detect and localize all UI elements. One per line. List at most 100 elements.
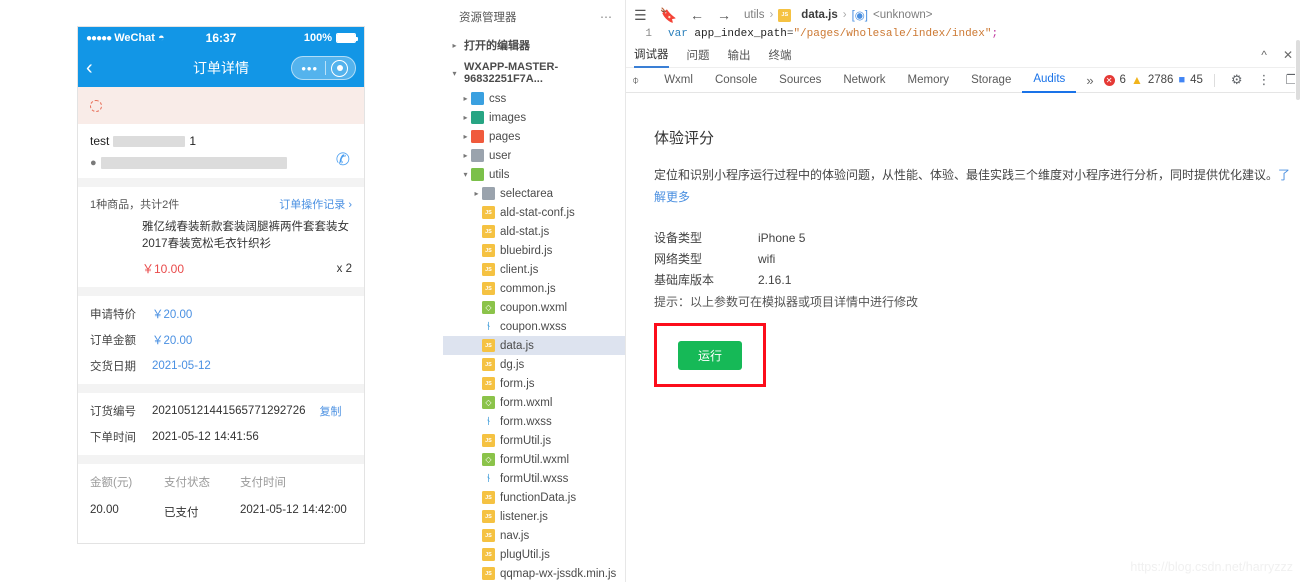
tree-file-label: coupon.wxml	[500, 301, 568, 314]
devtools-tab-storage[interactable]: Storage	[960, 68, 1022, 93]
devtools-tabbar: ⌽ Wxml Console Sources Network Memory Storage…	[626, 68, 1301, 93]
more-tabs-icon[interactable]: »	[1076, 73, 1103, 88]
devtools-zh-tab-输出[interactable]: 输出	[728, 47, 751, 63]
explorer-title: 资源管理器	[459, 12, 517, 24]
devtools-tab-console[interactable]: Console	[704, 68, 768, 93]
goods-thumbnail	[90, 219, 142, 281]
chevron-right-icon[interactable]: ▸	[460, 113, 471, 122]
chevron-right-icon[interactable]: ▸	[460, 132, 471, 141]
tree-file-row[interactable]: ald-stat.js	[443, 222, 625, 241]
code-line-1[interactable]: 1 var app_index_path = "/pages/wholesale…	[626, 26, 1301, 42]
folder-icon	[471, 111, 484, 124]
watermark: https://blog.csdn.net/harryzzz	[1130, 560, 1293, 574]
phone-icon[interactable]: ✆	[336, 150, 350, 170]
signal-dots-icon: ●●●●●	[86, 32, 112, 44]
tree-file-row[interactable]: form.wxml	[443, 393, 625, 412]
devtools-tab-audits[interactable]: Audits	[1022, 68, 1077, 93]
chevron-right-icon[interactable]: ▸	[471, 189, 482, 198]
tree-file-row[interactable]: functionData.js	[443, 488, 625, 507]
tree-folder-row[interactable]: ▾ utils	[443, 165, 625, 184]
tree-file-row[interactable]: form.wxss	[443, 412, 625, 431]
tree-folder-row[interactable]: ▸ pages	[443, 127, 625, 146]
order-operation-log-link[interactable]: 订单操作记录 ›	[279, 196, 352, 212]
tree-file-row[interactable]: data.js	[443, 336, 625, 355]
inspect-element-icon[interactable]: ⌽	[632, 73, 639, 88]
arrow-left-icon[interactable]: ←	[690, 8, 704, 22]
chevron-up-icon[interactable]: ^	[1261, 48, 1267, 62]
project-root-section[interactable]: ▾ WXAPP-MASTER-96832251F7A...	[443, 57, 625, 89]
devtools-window-buttons: ^ ✕	[1261, 48, 1293, 62]
amount-row: 申请特价 ￥20.00	[78, 296, 364, 327]
amount-label: 订单金额	[90, 335, 136, 348]
explorer-header: 资源管理器 ⋯	[443, 0, 625, 33]
tree-file-row[interactable]: client.js	[443, 260, 625, 279]
file-tree: ▸ css ▸ images ▸ pages ▸ user ▾ utils ▸ selectarea a…	[443, 89, 625, 582]
tree-file-row[interactable]: nav.js	[443, 526, 625, 545]
tree-file-row[interactable]: coupon.wxss	[443, 317, 625, 336]
audits-description-text: 定位和识别小程序运行过程中的体验问题，从性能、体验、最佳实践三个维度对小程序进行…	[654, 168, 1279, 182]
capsule-more-button[interactable]: •••	[294, 62, 325, 75]
folder-icon	[471, 92, 484, 105]
devtools-scrollbar[interactable]	[1295, 0, 1301, 582]
js-file-icon	[482, 567, 495, 580]
more-vertical-icon[interactable]: ⋮	[1253, 72, 1276, 88]
tree-folder-row[interactable]: ▸ css	[443, 89, 625, 108]
tree-file-row[interactable]: dg.js	[443, 355, 625, 374]
js-file-icon	[482, 529, 495, 542]
capsule-close-target-icon[interactable]	[331, 59, 348, 77]
tree-file-row[interactable]: ald-stat-conf.js	[443, 203, 625, 222]
breadcrumb-folder[interactable]: utils	[744, 9, 764, 21]
tree-folder-row[interactable]: ▸ user	[443, 146, 625, 165]
scrollbar-thumb[interactable]	[1296, 40, 1300, 100]
chevron-down-icon[interactable]: ▾	[460, 170, 471, 179]
tree-folder-row[interactable]: ▸ images	[443, 108, 625, 127]
tree-folder-row[interactable]: ▸ selectarea	[443, 184, 625, 203]
devtools-zh-tabbar: 调试器 问题 输出 终端 ^ ✕	[626, 42, 1301, 68]
payment-table-header: 金额(元) 支付状态 支付时间	[90, 474, 352, 490]
tree-file-row[interactable]: qqmap-wx-jssdk.min.js	[443, 564, 625, 582]
tree-file-row[interactable]: listener.js	[443, 507, 625, 526]
js-file-icon	[482, 339, 495, 352]
breadcrumb-file[interactable]: data.js	[801, 9, 837, 21]
tree-file-row[interactable]: plugUtil.js	[443, 545, 625, 564]
tree-file-label: ald-stat.js	[500, 225, 550, 238]
devtools-tab-sources[interactable]: Sources	[768, 68, 832, 93]
tree-file-label: formUtil.js	[500, 434, 552, 447]
tree-file-row[interactable]: common.js	[443, 279, 625, 298]
tree-file-row[interactable]: coupon.wxml	[443, 298, 625, 317]
tree-file-row[interactable]: formUtil.js	[443, 431, 625, 450]
tree-file-row[interactable]: bluebird.js	[443, 241, 625, 260]
breadcrumb-symbol[interactable]: <unknown>	[873, 9, 932, 21]
receiver-name-row: test 1	[90, 134, 352, 148]
chevron-right-icon[interactable]: ▸	[460, 94, 471, 103]
devtools-zh-tab-调试器[interactable]: 调试器	[634, 42, 669, 68]
open-editors-section[interactable]: ▸ 打开的编辑器	[443, 33, 625, 57]
error-count[interactable]: 6	[1120, 74, 1126, 86]
tree-file-row[interactable]: form.js	[443, 374, 625, 393]
gear-icon[interactable]: ⚙	[1226, 72, 1248, 88]
devtools-zh-tab-终端[interactable]: 终端	[769, 47, 792, 63]
nav-back-button[interactable]: ‹	[86, 58, 106, 78]
devtools-tab-network[interactable]: Network	[832, 68, 896, 93]
warning-count[interactable]: 2786	[1148, 74, 1174, 86]
issue-counters: ✕ 6 ▲ 2786 ■ 45 ⚙ ⋮ ❐	[1103, 72, 1301, 88]
bookmark-icon[interactable]: 🔖	[660, 8, 677, 22]
audits-param-value: iPhone 5	[758, 231, 806, 246]
order-meta-card: 订货编号 20210512144156577129​2726 复制 下单时间 2…	[78, 393, 364, 456]
arrow-right-icon[interactable]: →	[717, 8, 731, 22]
hamburger-menu-icon[interactable]: ☰	[634, 8, 647, 22]
chevron-right-icon[interactable]: ▸	[460, 151, 471, 160]
audits-param-value: wifi	[758, 252, 776, 267]
message-count[interactable]: 45	[1190, 74, 1203, 86]
close-icon[interactable]: ✕	[1283, 48, 1293, 62]
copy-order-number-button[interactable]: 复制	[320, 403, 342, 419]
devtools-zh-tab-问题[interactable]: 问题	[687, 47, 710, 63]
refresh-circle-icon	[90, 99, 102, 112]
devtools-tab-memory[interactable]: Memory	[897, 68, 961, 93]
run-button[interactable]: 运行	[677, 340, 742, 370]
ellipsis-icon[interactable]: ⋯	[600, 10, 613, 24]
tree-file-row[interactable]: formUtil.wxss	[443, 469, 625, 488]
devtools-tab-wxml[interactable]: Wxml	[653, 68, 704, 93]
code-operator: =	[786, 28, 794, 40]
tree-file-row[interactable]: formUtil.wxml	[443, 450, 625, 469]
